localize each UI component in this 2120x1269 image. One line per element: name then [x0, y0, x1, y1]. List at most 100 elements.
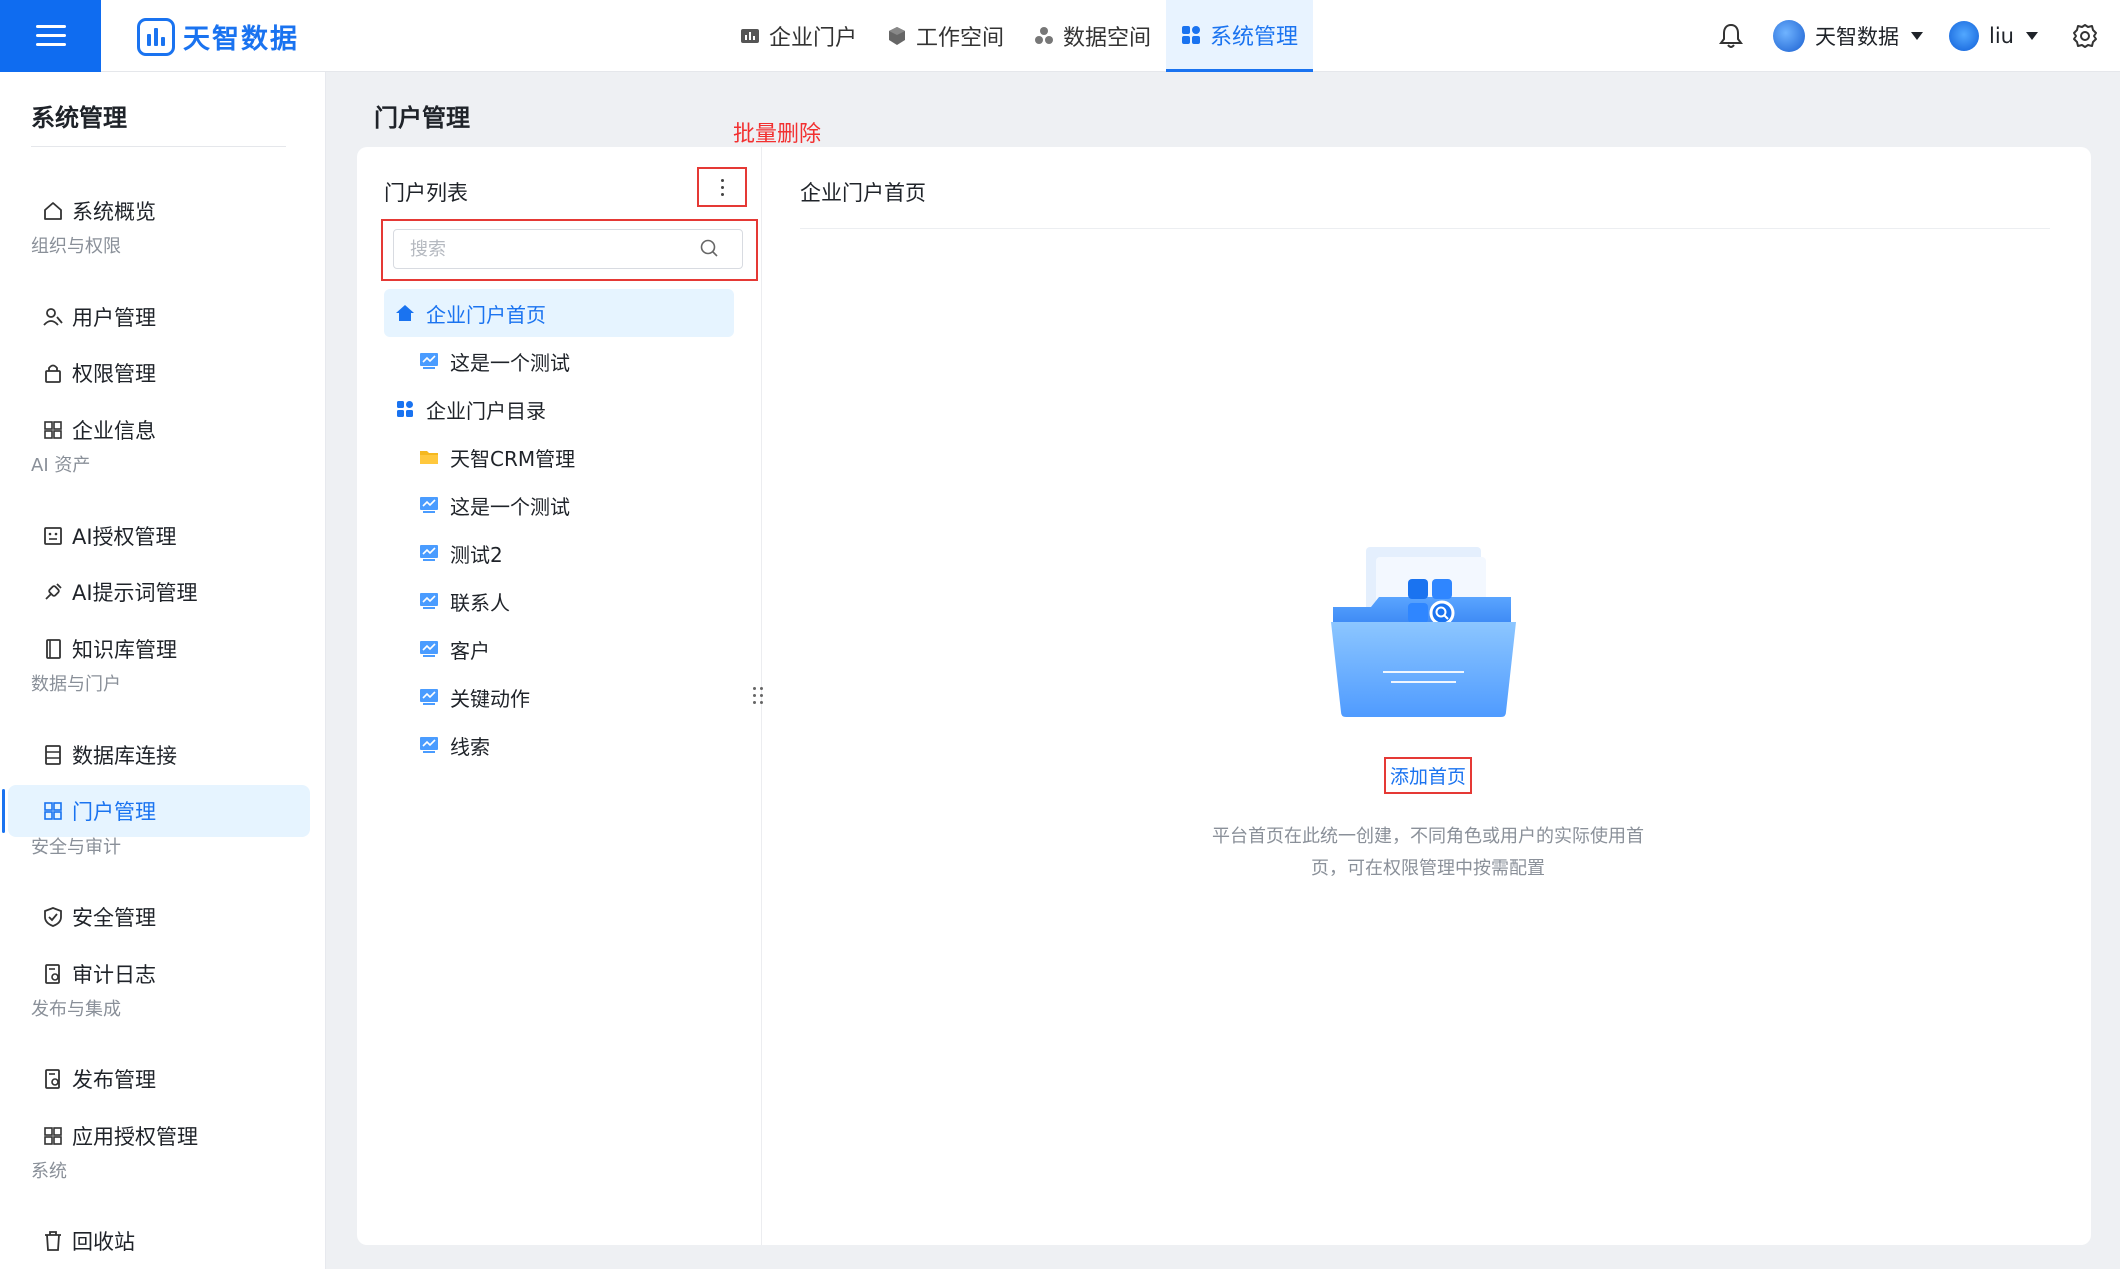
- topnav-data-space[interactable]: 数据空间: [1019, 0, 1166, 72]
- sidebar-item-label: AI授权管理: [72, 525, 177, 549]
- sidebar-item-label: 发布管理: [72, 1068, 156, 1092]
- sidebar-item-audit-log[interactable]: 审计日志: [8, 948, 310, 1000]
- tree-item[interactable]: 线索: [384, 721, 734, 769]
- dashboard-icon: [420, 593, 438, 609]
- search-highlight: [381, 219, 758, 281]
- tree-item[interactable]: 这是一个测试: [384, 481, 734, 529]
- tree-item[interactable]: 测试2: [384, 529, 734, 577]
- book-icon: [46, 639, 61, 659]
- bar-chart-icon: [741, 29, 759, 43]
- empty-folder-illustration: [1331, 547, 1516, 717]
- logo-text: 天智数据: [183, 24, 299, 55]
- tree-item-label: 企业门户目录: [426, 398, 546, 423]
- portal-card: 门户列表 企业门户首页 这是一个测试 企业门户目录 天智CRM管理 这是一个测试: [357, 147, 2091, 1245]
- sidebar-item-label: 企业信息: [72, 419, 156, 443]
- tree-item[interactable]: 联系人: [384, 577, 734, 625]
- tree-item[interactable]: 这是一个测试: [384, 337, 734, 385]
- folder-icon: [420, 451, 438, 464]
- topnav-enterprise-portal[interactable]: 企业门户: [725, 0, 872, 72]
- sidebar-item-portal-management[interactable]: 门户管理: [2, 785, 310, 837]
- tree-item[interactable]: 关键动作: [384, 673, 734, 721]
- tree-item[interactable]: 客户: [384, 625, 734, 673]
- sidebar-item-label: 用户管理: [72, 306, 156, 330]
- tree-item[interactable]: 企业门户首页: [384, 289, 734, 337]
- sidebar-item-knowledge-base[interactable]: 知识库管理: [8, 623, 310, 675]
- search-icon[interactable]: [699, 238, 719, 258]
- sidebar-group-label: 系统: [31, 1161, 67, 1182]
- portal-detail-panel: 企业门户首页 添加首页 平台首页在此统一创建，不同角色或用户的实际使用首 页，可…: [763, 147, 2091, 1245]
- empty-desc-line: 页，可在权限管理中按需配置: [1311, 858, 1545, 879]
- sidebar-item-database-connection[interactable]: 数据库连接: [8, 729, 310, 781]
- more-vertical-icon: [720, 178, 724, 196]
- org-switcher[interactable]: 天智数据: [1773, 20, 1924, 52]
- hamburger-icon: [35, 25, 66, 47]
- dashboard-icon: [420, 497, 438, 513]
- topnav-workspace[interactable]: 工作空间: [872, 0, 1019, 72]
- sidebar-group-label: 组织与权限: [31, 236, 121, 257]
- sidebar-item-label: 系统概览: [72, 200, 156, 224]
- page-title: 门户管理: [374, 104, 470, 132]
- user-name: liu: [1989, 24, 2014, 48]
- document-search-icon: [45, 1069, 60, 1089]
- top-bar: 天智数据 企业门户 工作空间 数据空间 系统管理 天智数据 liu: [0, 0, 2120, 72]
- dashboard-icon: [420, 689, 438, 705]
- home-icon: [44, 202, 62, 220]
- tree-item-label: 企业门户首页: [426, 302, 546, 327]
- app-logo[interactable]: 天智数据: [137, 17, 299, 56]
- tree-item-label: 关键动作: [450, 686, 530, 711]
- tree-item-label: 天智CRM管理: [450, 446, 576, 471]
- add-home-button[interactable]: 添加首页: [1384, 757, 1472, 794]
- sidebar-item-label: 门户管理: [72, 800, 156, 824]
- sidebar-title: 系统管理: [31, 104, 127, 132]
- lock-icon: [45, 364, 61, 383]
- sidebar: 系统管理 系统概览 组织与权限 用户管理 权限管理 企业信息 AI 资产 AI授…: [0, 72, 326, 1269]
- tree-item-label: 这是一个测试: [450, 494, 570, 519]
- top-right-actions: 天智数据 liu: [1719, 0, 2120, 72]
- menu-toggle-button[interactable]: [0, 0, 101, 72]
- sidebar-item-label: 权限管理: [72, 362, 156, 386]
- tree-item-label: 客户: [450, 638, 490, 663]
- tree-item-label: 这是一个测试: [450, 350, 570, 375]
- tree-item[interactable]: 天智CRM管理: [384, 433, 734, 481]
- sidebar-item-recycle-bin[interactable]: 回收站: [8, 1215, 310, 1267]
- tree-item-label: 联系人: [450, 590, 510, 615]
- database-icon: [45, 745, 61, 765]
- sidebar-item-label: 回收站: [72, 1230, 135, 1254]
- tree-item[interactable]: 企业门户目录: [384, 385, 734, 433]
- org-name: 天智数据: [1815, 25, 1900, 49]
- portal-list-panel: 门户列表 企业门户首页 这是一个测试 企业门户目录 天智CRM管理 这是一个测试: [357, 147, 763, 1245]
- sidebar-item-ai-auth[interactable]: AI授权管理: [8, 510, 310, 562]
- search-input[interactable]: [393, 229, 743, 269]
- sidebar-item-permissions[interactable]: 权限管理: [8, 347, 310, 399]
- topnav-label: 工作空间: [916, 26, 1005, 51]
- caret-down-icon: [2026, 32, 2038, 40]
- sidebar-item-app-auth[interactable]: 应用授权管理: [8, 1110, 310, 1162]
- gear-icon[interactable]: [2072, 23, 2098, 49]
- more-actions-button[interactable]: [697, 167, 747, 207]
- grid-icon: [44, 421, 62, 439]
- sidebar-item-label: AI提示词管理: [72, 581, 198, 605]
- grid-icon: [44, 802, 62, 820]
- panel-title: 企业门户首页: [800, 181, 926, 205]
- sidebar-item-label: 知识库管理: [72, 638, 177, 662]
- empty-state-description: 平台首页在此统一创建，不同角色或用户的实际使用首 页，可在权限管理中按需配置: [1183, 821, 1673, 885]
- sidebar-item-security[interactable]: 安全管理: [8, 891, 310, 943]
- sidebar-item-release[interactable]: 发布管理: [8, 1053, 310, 1105]
- sidebar-item-users[interactable]: 用户管理: [8, 291, 310, 343]
- cube-icon: [889, 27, 906, 45]
- sidebar-item-ai-prompt[interactable]: AI提示词管理: [8, 566, 310, 618]
- grid-icon: [44, 1127, 62, 1145]
- avatar: [1949, 21, 1980, 51]
- sidebar-item-company-info[interactable]: 企业信息: [8, 404, 310, 456]
- resize-handle[interactable]: [753, 687, 763, 704]
- topnav-label: 数据空间: [1063, 26, 1152, 51]
- grid-icon: [397, 401, 413, 417]
- topnav-system-management[interactable]: 系统管理: [1166, 0, 1314, 72]
- empty-desc-line: 平台首页在此统一创建，不同角色或用户的实际使用首: [1212, 826, 1644, 847]
- trash-icon: [45, 1231, 61, 1251]
- user-menu[interactable]: liu: [1949, 21, 2038, 51]
- divider: [800, 228, 2050, 229]
- tree-item-label: 测试2: [450, 542, 503, 567]
- sidebar-item-overview[interactable]: 系统概览: [8, 185, 310, 237]
- bell-icon[interactable]: [1719, 23, 1744, 49]
